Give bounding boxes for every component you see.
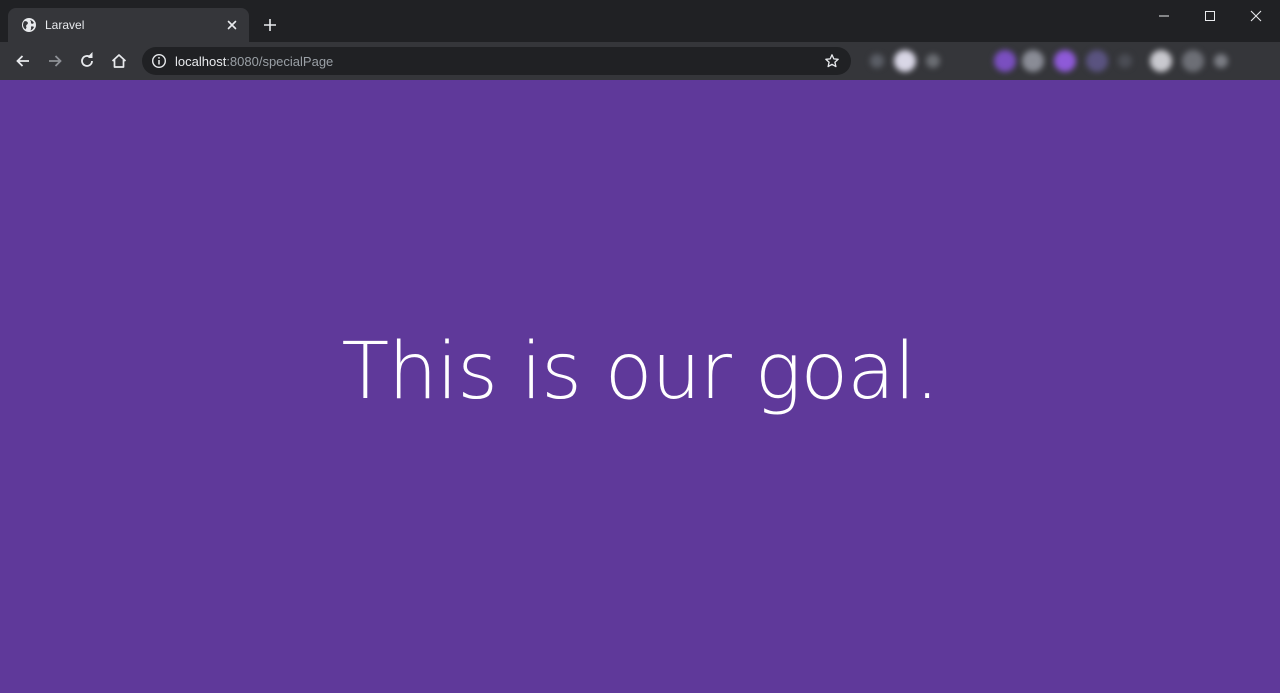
extension-icon[interactable] [870,54,884,68]
page-headline: This is our goal. [341,326,939,417]
minimize-icon [1159,15,1169,17]
address-bar[interactable]: localhost:8080/specialPage [142,47,851,75]
extension-icon[interactable] [1086,50,1108,72]
extension-icon[interactable] [1054,50,1076,72]
extension-icon[interactable] [1118,54,1132,68]
globe-icon [22,18,36,32]
reload-icon [81,52,93,67]
browser-toolbar: localhost:8080/specialPage [0,42,1280,80]
back-button[interactable] [12,50,34,72]
window-close-button[interactable] [1233,0,1279,32]
page-content: This is our goal. [0,80,1280,693]
home-button[interactable] [108,50,130,72]
browser-titlebar: Laravel [0,0,1280,42]
url-path: :8080/specialPage [226,54,334,69]
tab-title: Laravel [45,18,85,32]
extension-icon[interactable] [894,50,916,72]
forward-button[interactable] [44,50,66,72]
extension-icon[interactable] [1022,50,1044,72]
minimize-button[interactable] [1141,0,1187,32]
reload-button[interactable] [76,50,98,72]
extensions-area [862,42,1262,80]
extension-icon[interactable] [994,50,1016,72]
home-icon [111,54,127,68]
url-host: localhost [175,54,227,69]
arrow-left-icon [16,55,29,67]
extension-icon[interactable] [1182,50,1204,72]
extension-icon[interactable] [1150,50,1172,72]
url-text[interactable]: localhost:8080/specialPage [175,54,333,69]
browser-tab[interactable]: Laravel [8,8,249,42]
plus-icon[interactable] [262,17,278,33]
arrow-right-icon [49,55,62,67]
close-icon [1250,10,1262,22]
extension-icon[interactable] [1214,54,1228,68]
extension-icon[interactable] [926,54,940,68]
star-icon[interactable] [824,53,840,69]
maximize-button[interactable] [1187,0,1233,32]
info-icon[interactable] [151,53,167,69]
maximize-icon [1205,11,1215,21]
close-icon[interactable] [225,18,239,32]
